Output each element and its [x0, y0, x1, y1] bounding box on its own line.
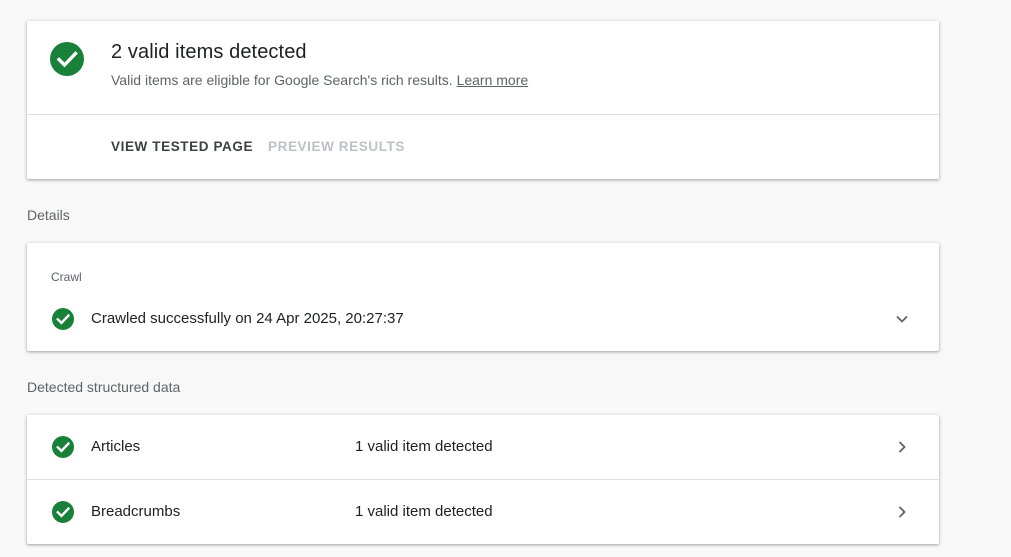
structured-data-card: Articles 1 valid item detected Breadcrum…: [27, 415, 939, 544]
check-circle-icon: [50, 42, 84, 76]
crawl-status-row[interactable]: Crawled successfully on 24 Apr 2025, 20:…: [27, 303, 939, 335]
summary-header: 2 valid items detected Valid items are e…: [27, 21, 939, 115]
chevron-right-icon[interactable]: [894, 439, 910, 455]
crawl-header: Crawl: [51, 270, 82, 284]
structured-data-name: Breadcrumbs: [91, 503, 181, 520]
structured-data-status: 1 valid item detected: [355, 438, 493, 455]
check-circle-icon: [52, 436, 74, 458]
preview-results-button: PREVIEW RESULTS: [268, 139, 406, 154]
summary-card: 2 valid items detected Valid items are e…: [27, 21, 939, 179]
structured-data-status: 1 valid item detected: [355, 503, 493, 520]
structured-data-row-articles[interactable]: Articles 1 valid item detected: [27, 415, 939, 480]
summary-actions: VIEW TESTED PAGE PREVIEW RESULTS: [27, 115, 939, 179]
structured-data-name: Articles: [91, 438, 141, 455]
check-circle-icon: [52, 308, 74, 330]
structured-data-row-breadcrumbs[interactable]: Breadcrumbs 1 valid item detected: [27, 480, 939, 544]
check-circle-icon: [52, 501, 74, 523]
structured-data-section-label: Detected structured data: [27, 379, 181, 395]
view-tested-page-button[interactable]: VIEW TESTED PAGE: [111, 139, 253, 154]
chevron-down-icon[interactable]: [894, 311, 910, 327]
details-section-label: Details: [27, 207, 70, 223]
summary-subtitle: Valid items are eligible for Google Sear…: [111, 72, 528, 88]
learn-more-link[interactable]: Learn more: [457, 72, 529, 88]
summary-subtitle-text: Valid items are eligible for Google Sear…: [111, 72, 453, 88]
chevron-right-icon[interactable]: [894, 504, 910, 520]
summary-title: 2 valid items detected: [111, 41, 307, 63]
crawl-card: Crawl Crawled successfully on 24 Apr 202…: [27, 243, 939, 351]
crawl-status-text: Crawled successfully on 24 Apr 2025, 20:…: [91, 310, 404, 327]
